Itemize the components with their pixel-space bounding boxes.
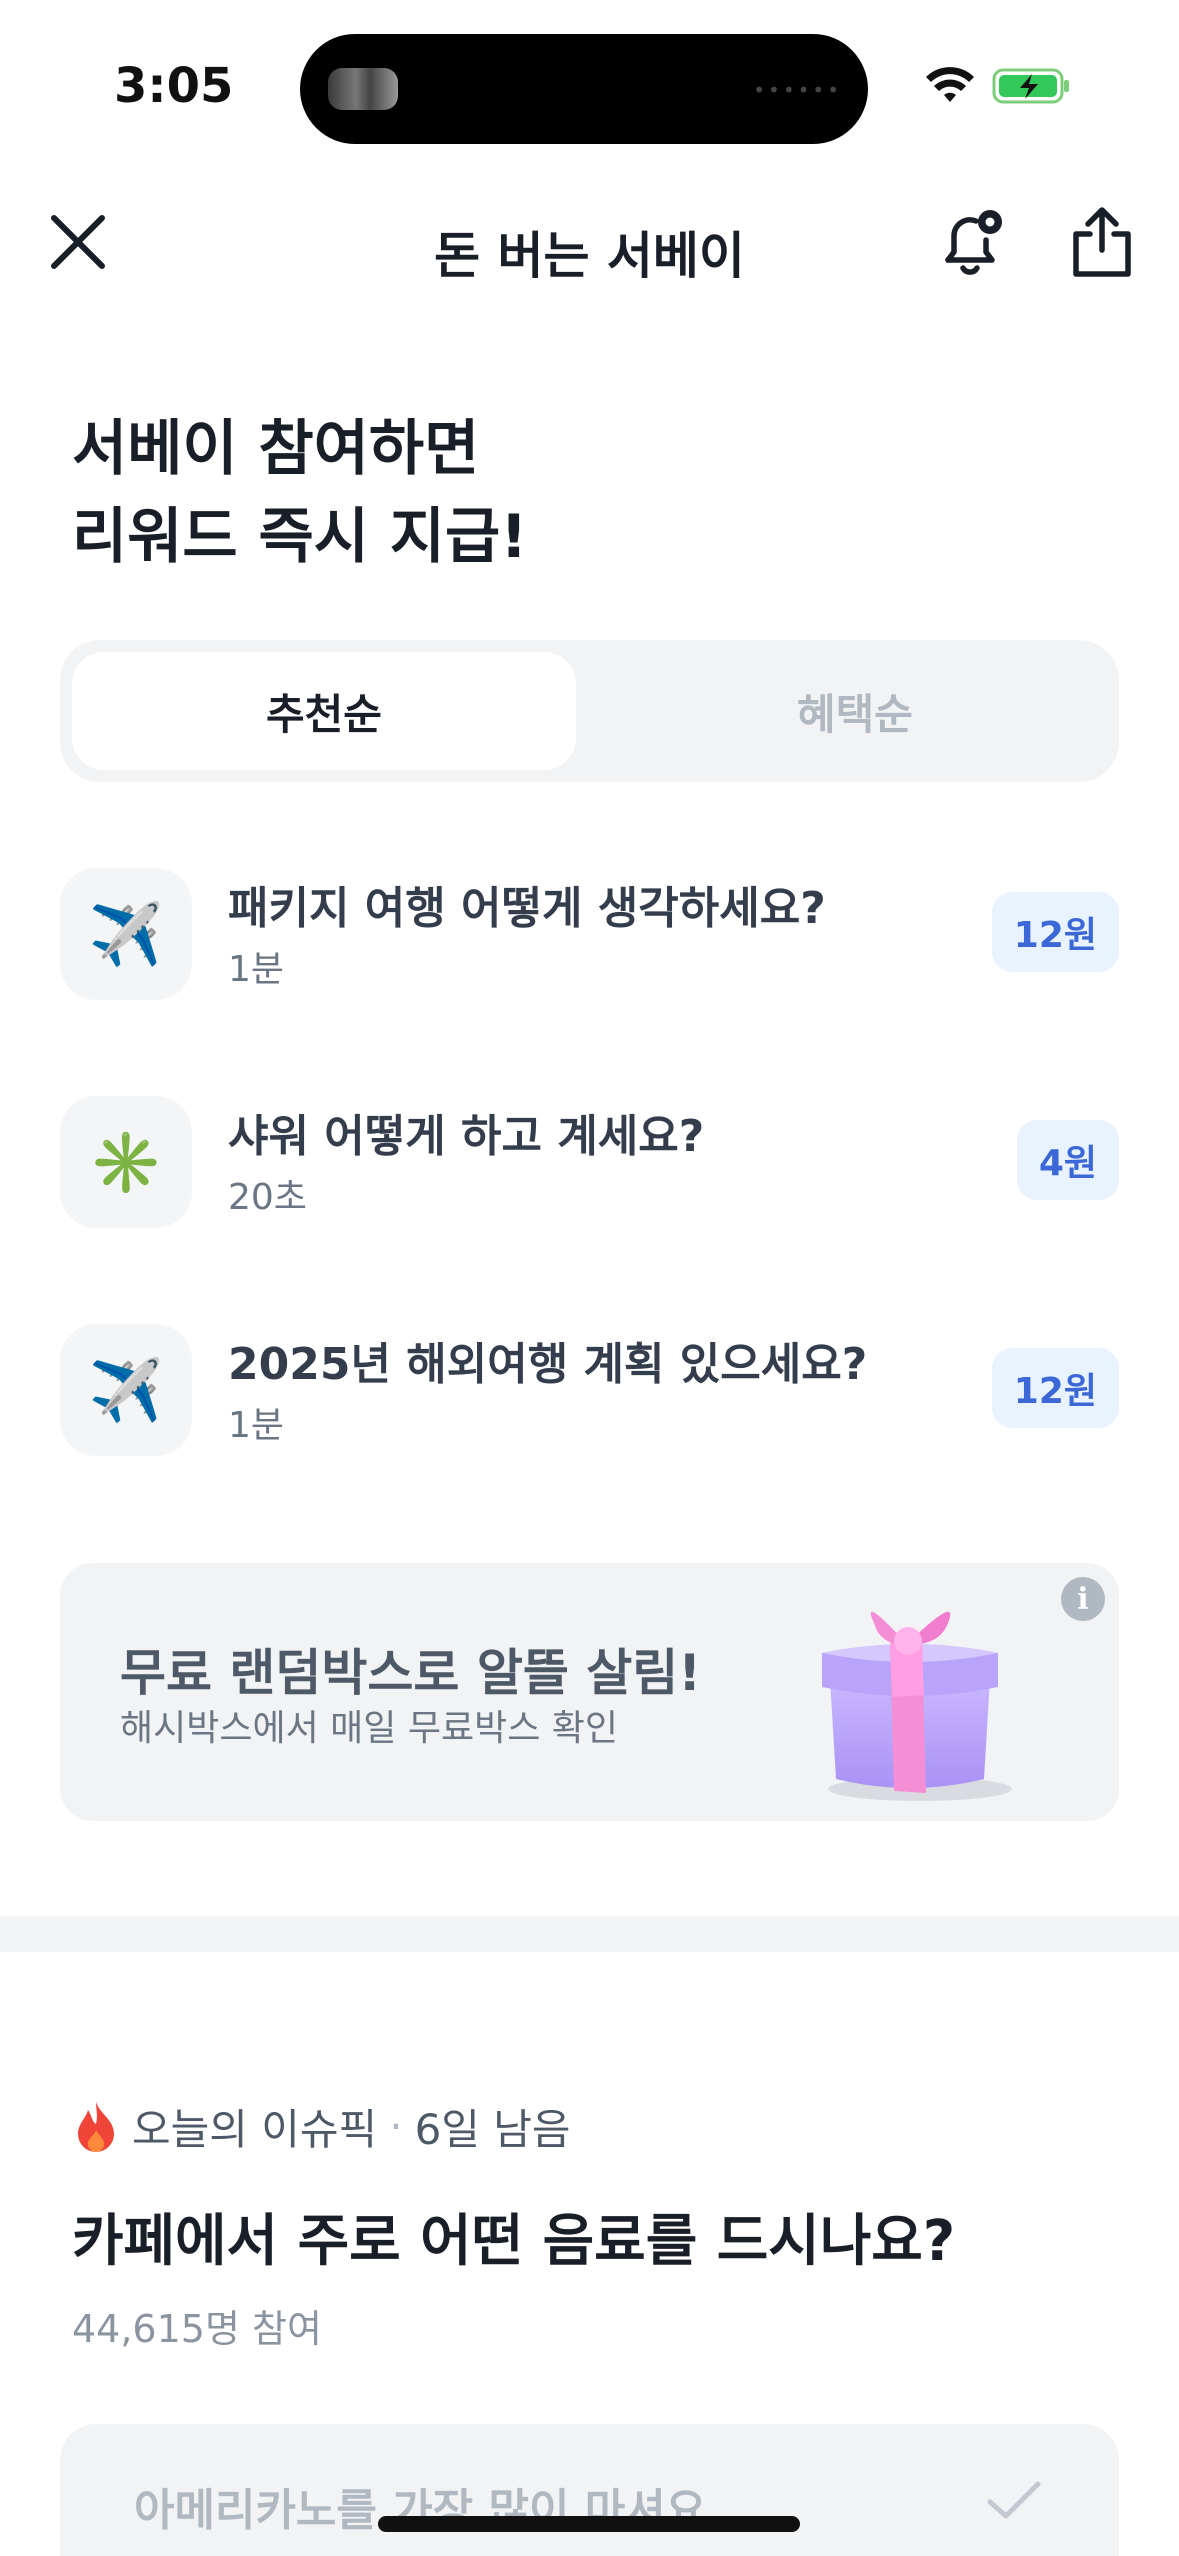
wifi-icon [926,67,974,102]
live-activity-dots: •••••• [753,78,842,102]
banner-title: 무료 랜덤박스로 알뜰 살림! [120,1644,702,1702]
dot-separator: · [389,2102,403,2151]
survey-item[interactable]: ✳️ 샤워 어떻게 하고 계세요? 20초 4원 [60,1090,1119,1230]
tab-recommended[interactable]: 추천순 [72,652,576,770]
headline-line-2: 리워드 즉시 지급! [72,502,528,572]
sort-segmented-control: 추천순 혜택순 [60,640,1119,782]
survey-item[interactable]: ✈️ 패키지 여행 어떻게 생각하세요? 1분 12원 [60,862,1119,1002]
poll-option[interactable]: 아메리카노를 가장 많이 마셔요 [60,2424,1119,2556]
fire-icon [78,2101,114,2152]
reward-badge: 4원 [1016,1120,1119,1200]
random-box-banner[interactable]: 무료 랜덤박스로 알뜰 살림! 해시박스에서 매일 무료박스 확인 i [60,1563,1119,1821]
issue-label: 오늘의 이슈픽 [132,2105,378,2154]
notification-settings-icon[interactable] [936,204,1008,280]
home-indicator[interactable] [378,2516,800,2532]
check-icon [987,2481,1041,2519]
airplane-icon: ✈️ [60,868,192,1000]
survey-title: 패키지 여행 어떻게 생각하세요? [228,883,826,934]
survey-duration: 1분 [228,1405,285,1446]
survey-duration: 20초 [228,1177,307,1218]
survey-duration: 1분 [228,949,285,990]
navigation-bar: 돈 버는 서베이 [0,190,1179,300]
gift-box-icon [822,1611,1012,1801]
headline-line-1: 서베이 참여하면 [72,414,480,484]
participant-count: 44,615명 참여 [72,2307,322,2351]
status-bar: 3:05 •••••• [0,0,1179,170]
headline: 서베이 참여하면 리워드 즉시 지급! [72,405,528,581]
survey-title: 샤워 어떻게 하고 계세요? [228,1111,705,1162]
live-activity-thumbnail [328,68,398,110]
issue-question: 카페에서 주로 어떤 음료를 드시나요? [72,2209,956,2274]
airplane-icon: ✈️ [60,1324,192,1456]
info-icon[interactable]: i [1061,1577,1105,1621]
share-icon[interactable] [1066,204,1138,280]
reward-badge: 12원 [991,1348,1119,1428]
reward-badge: 12원 [991,892,1119,972]
sparkle-icon: ✳️ [60,1096,192,1228]
dynamic-island: •••••• [300,34,868,144]
survey-title: 2025년 해외여행 계획 있으세요? [228,1339,868,1390]
section-divider [0,1916,1179,1952]
issue-meta: 오늘의 이슈픽 · 6일 남음 [74,2096,571,2157]
tab-benefit[interactable]: 혜택순 [603,652,1107,770]
issue-remaining: 6일 남음 [414,2105,571,2154]
survey-item[interactable]: ✈️ 2025년 해외여행 계획 있으세요? 1분 12원 [60,1318,1119,1458]
status-time: 3:05 [114,58,234,114]
banner-subtitle: 해시박스에서 매일 무료박스 확인 [120,1708,619,1749]
battery-icon [992,68,1069,104]
